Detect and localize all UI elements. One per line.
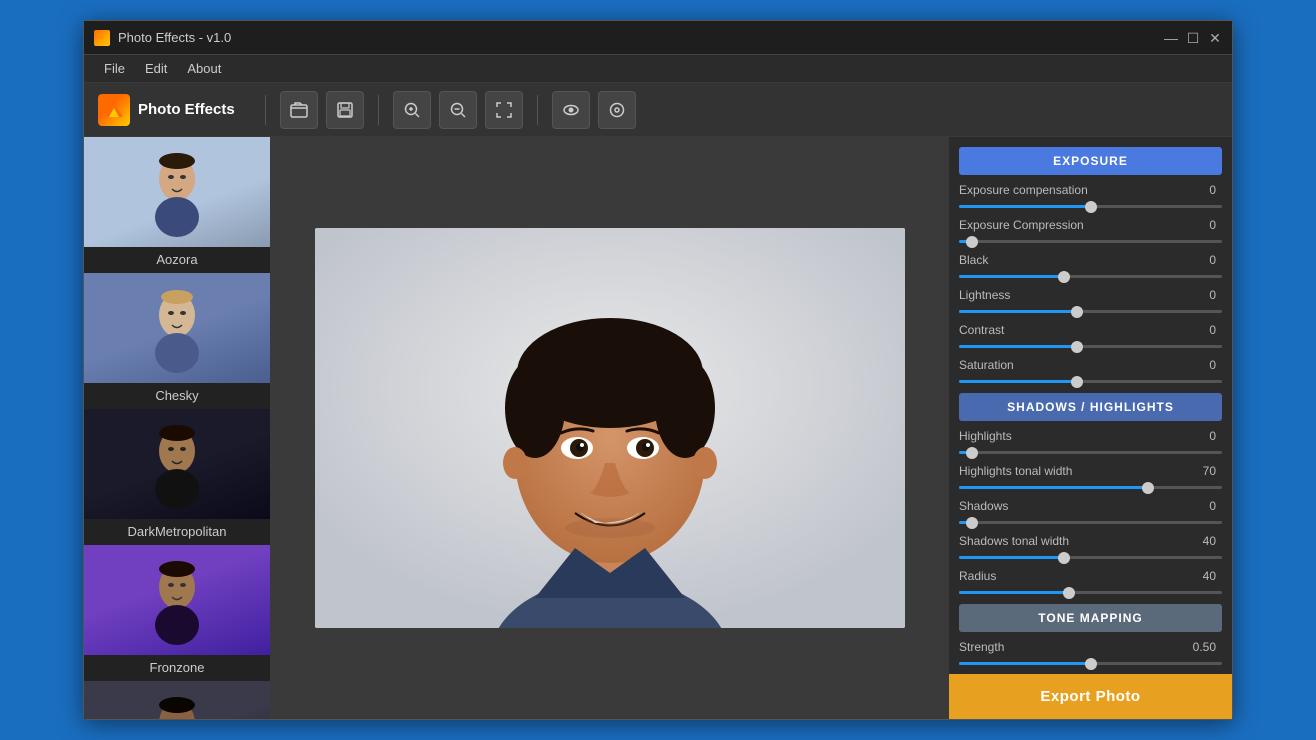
photo-display [315, 228, 905, 628]
slider-label-lightness: Lightness [959, 288, 1184, 302]
shadows-section-header: SHADOWS / HIGHLIGHTS [959, 393, 1222, 421]
slider-label-black: Black [959, 253, 1184, 267]
tone-section-header: TONE MAPPING [959, 604, 1222, 632]
filter-thumbnail-aozora [84, 137, 270, 247]
app-logo: Photo Effects [98, 94, 235, 126]
canvas-area [271, 137, 948, 719]
filter-sidebar: Aozora Chesky [84, 137, 271, 719]
app-icon [94, 30, 110, 46]
zoom-out-button[interactable] [439, 91, 477, 129]
toolbar-separator-3 [537, 95, 538, 125]
close-button[interactable]: ✕ [1208, 31, 1222, 45]
slider-value-shadows-tonal: 40 [1184, 534, 1216, 548]
filter-thumbnail-fronzone [84, 545, 270, 655]
menu-about[interactable]: About [177, 57, 231, 80]
slider-value-highlights-tonal: 70 [1184, 464, 1216, 478]
toolbar-separator [265, 95, 266, 125]
app-window: Photo Effects - v1.0 — ☐ ✕ File Edit Abo… [83, 20, 1233, 720]
exposure-section-header: EXPOSURE [959, 147, 1222, 175]
menu-edit[interactable]: Edit [135, 57, 177, 80]
menu-bar: File Edit About [84, 55, 1232, 83]
logo-text: Photo Effects [138, 101, 235, 118]
slider-value-exposure-comp: 0 [1184, 183, 1216, 197]
slider-row-contrast: Contrast 0 [959, 323, 1222, 337]
slider-row-radius: Radius 40 [959, 569, 1222, 583]
maximize-button[interactable]: ☐ [1186, 31, 1200, 45]
slider-wrap-saturation[interactable] [959, 380, 1222, 383]
filter-name-chesky: Chesky [84, 383, 270, 408]
slider-wrap-lightness[interactable] [959, 310, 1222, 313]
slider-wrap-strength[interactable] [959, 662, 1222, 665]
filter-thumbnail-darkmetro [84, 409, 270, 519]
slider-label-saturation: Saturation [959, 358, 1184, 372]
slider-wrap-contrast[interactable] [959, 345, 1222, 348]
minimize-button[interactable]: — [1164, 31, 1178, 45]
slider-label-exposure-comp2: Exposure Compression [959, 218, 1184, 232]
slider-label-highlights: Highlights [959, 429, 1184, 443]
slider-label-shadows: Shadows [959, 499, 1184, 513]
logo-icon [98, 94, 130, 126]
filter-item-aozora[interactable]: Aozora [84, 137, 270, 273]
slider-wrap-exposure-comp2[interactable] [959, 240, 1222, 243]
slider-row-saturation: Saturation 0 [959, 358, 1222, 372]
filter-item-next[interactable]: Next [84, 681, 270, 719]
slider-row-exposure-comp: Exposure compensation 0 [959, 183, 1222, 197]
toolbar: Photo Effects [84, 83, 1232, 137]
slider-wrap-shadows-tonal[interactable] [959, 556, 1222, 559]
window-controls: — ☐ ✕ [1164, 31, 1222, 45]
filter-item-chesky[interactable]: Chesky [84, 273, 270, 409]
slider-row-lightness: Lightness 0 [959, 288, 1222, 302]
right-panel: EXPOSURE Exposure compensation 0 Exposur… [948, 137, 1232, 719]
filter-name-aozora: Aozora [84, 247, 270, 272]
slider-value-contrast: 0 [1184, 323, 1216, 337]
slider-wrap-black[interactable] [959, 275, 1222, 278]
slider-label-shadows-tonal: Shadows tonal width [959, 534, 1184, 548]
filter-thumbnail-chesky [84, 273, 270, 383]
toolbar-separator-2 [378, 95, 379, 125]
filter-item-darkmetro[interactable]: DarkMetropolitan [84, 409, 270, 545]
slider-wrap-radius[interactable] [959, 591, 1222, 594]
eye-button[interactable] [552, 91, 590, 129]
slider-wrap-shadows[interactable] [959, 521, 1222, 524]
slider-wrap-exposure-comp[interactable] [959, 205, 1222, 208]
title-bar: Photo Effects - v1.0 — ☐ ✕ [84, 21, 1232, 55]
slider-label-radius: Radius [959, 569, 1184, 583]
slider-value-strength: 0.50 [1184, 640, 1216, 654]
export-button[interactable]: Export Photo [949, 674, 1232, 719]
window-title: Photo Effects - v1.0 [118, 30, 1164, 45]
slider-label-strength: Strength [959, 640, 1184, 654]
main-content: Aozora Chesky [84, 137, 1232, 719]
slider-value-radius: 40 [1184, 569, 1216, 583]
slider-label-highlights-tonal: Highlights tonal width [959, 464, 1184, 478]
zoom-in-button[interactable] [393, 91, 431, 129]
slider-row-black: Black 0 [959, 253, 1222, 267]
slider-value-lightness: 0 [1184, 288, 1216, 302]
controls-scroll: EXPOSURE Exposure compensation 0 Exposur… [949, 137, 1232, 674]
slider-row-shadows: Shadows 0 [959, 499, 1222, 513]
slider-row-highlights: Highlights 0 [959, 429, 1222, 443]
slider-label-contrast: Contrast [959, 323, 1184, 337]
slider-value-black: 0 [1184, 253, 1216, 267]
filter-name-fronzone: Fronzone [84, 655, 270, 680]
slider-row-highlights-tonal: Highlights tonal width 70 [959, 464, 1222, 478]
open-file-button[interactable] [280, 91, 318, 129]
reset-button[interactable] [598, 91, 636, 129]
slider-value-highlights: 0 [1184, 429, 1216, 443]
slider-value-shadows: 0 [1184, 499, 1216, 513]
slider-wrap-highlights-tonal[interactable] [959, 486, 1222, 489]
filter-name-darkmetro: DarkMetropolitan [84, 519, 270, 544]
slider-row-exposure-comp2: Exposure Compression 0 [959, 218, 1222, 232]
menu-file[interactable]: File [94, 57, 135, 80]
slider-wrap-highlights[interactable] [959, 451, 1222, 454]
slider-row-strength: Strength 0.50 [959, 640, 1222, 654]
save-file-button[interactable] [326, 91, 364, 129]
filter-thumbnail-next [84, 681, 270, 719]
fit-button[interactable] [485, 91, 523, 129]
slider-row-shadows-tonal: Shadows tonal width 40 [959, 534, 1222, 548]
slider-value-exposure-comp2: 0 [1184, 218, 1216, 232]
slider-value-saturation: 0 [1184, 358, 1216, 372]
slider-label-exposure-comp: Exposure compensation [959, 183, 1184, 197]
filter-item-fronzone[interactable]: Fronzone [84, 545, 270, 681]
